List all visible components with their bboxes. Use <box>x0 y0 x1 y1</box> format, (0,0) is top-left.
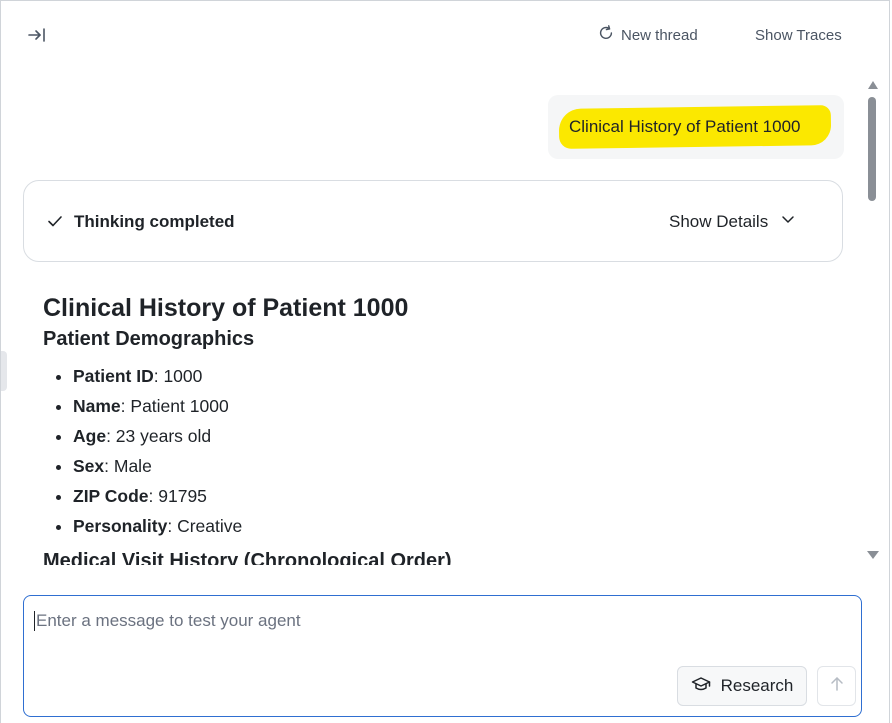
thinking-status-label: Thinking completed <box>74 212 235 231</box>
chevron-down-icon <box>780 211 796 232</box>
scroll-down-arrow-icon[interactable] <box>867 551 879 559</box>
scrollbar[interactable] <box>865 81 879 561</box>
graduation-cap-icon <box>691 674 711 699</box>
list-item: Sex: Male <box>73 451 843 481</box>
new-thread-button[interactable]: New thread <box>597 25 698 45</box>
check-icon <box>46 212 64 230</box>
list-item: Name: Patient 1000 <box>73 391 843 421</box>
refresh-icon <box>597 24 615 46</box>
list-item: ZIP Code: 91795 <box>73 481 843 511</box>
show-traces-label: Show Traces <box>755 26 842 44</box>
response-title: Clinical History of Patient 1000 <box>43 294 409 322</box>
list-item: Patient ID: 1000 <box>73 361 843 391</box>
message-composer: Research <box>23 595 862 717</box>
collapse-panel-icon[interactable] <box>27 25 47 45</box>
show-details-button[interactable]: Show Details <box>669 211 796 232</box>
research-label: Research <box>720 676 794 695</box>
list-item: Personality: Creative <box>73 511 843 541</box>
user-message-text: Clinical History of Patient 1000 <box>569 117 801 136</box>
thinking-status-card: Thinking completed Show Details <box>23 180 843 262</box>
research-button[interactable]: Research <box>677 666 807 706</box>
conversation-area: Clinical History of Patient 1000 Thinkin… <box>1 81 863 565</box>
show-traces-button[interactable]: Show Traces <box>755 25 842 45</box>
send-button[interactable] <box>817 666 856 706</box>
section-heading-visits: Medical Visit History (Chronological Ord… <box>43 550 452 565</box>
arrow-up-icon <box>829 676 845 697</box>
scrollbar-thumb[interactable] <box>868 97 876 201</box>
new-thread-label: New thread <box>621 26 698 44</box>
list-item: Age: 23 years old <box>73 421 843 451</box>
show-details-label: Show Details <box>669 211 769 231</box>
demographics-list: Patient ID: 1000 Name: Patient 1000 Age:… <box>43 361 843 541</box>
user-message-bubble: Clinical History of Patient 1000 <box>548 95 844 159</box>
section-heading-demographics: Patient Demographics <box>43 328 255 350</box>
agent-test-panel: New thread Show Traces Clinical History … <box>0 0 890 723</box>
assistant-response: Clinical History of Patient 1000 Patient… <box>43 291 843 565</box>
scroll-up-arrow-icon[interactable] <box>868 81 878 89</box>
message-input[interactable] <box>34 610 838 632</box>
